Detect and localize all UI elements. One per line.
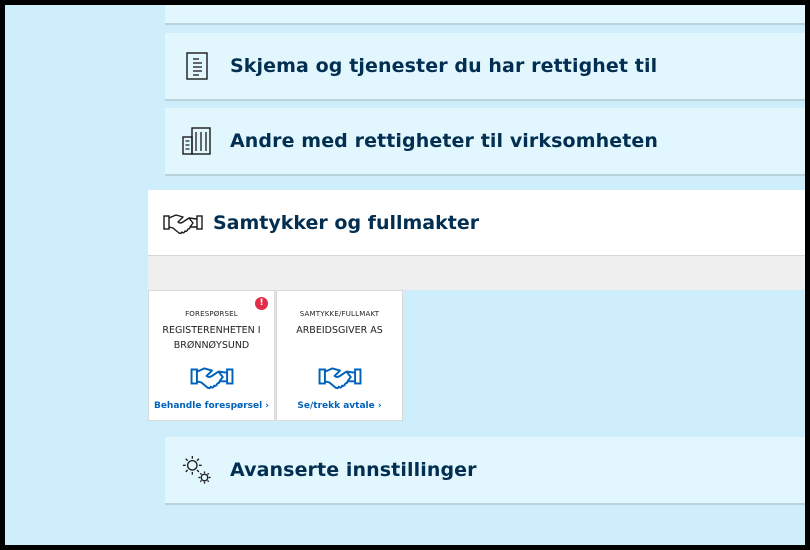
document-list-icon	[182, 51, 212, 81]
card-kind: FORESPØRSEL	[185, 310, 238, 318]
section-advanced-settings[interactable]: Avanserte innstillinger	[165, 437, 805, 505]
consent-card-request[interactable]: ! FORESPØRSEL REGISTERENHETEN I BRØNNØYS…	[148, 290, 275, 421]
section-advanced-label: Avanserte innstillinger	[230, 459, 477, 481]
handshake-icon	[318, 363, 362, 395]
alert-badge: !	[255, 297, 268, 310]
section-others-label: Andre med rettigheter til virksomheten	[230, 130, 658, 152]
consent-card-agreement[interactable]: SAMTYKKE/FULLMAKT ARBEIDSGIVER AS Se/tre…	[276, 290, 403, 421]
view-revoke-agreement-link[interactable]: Se/trekk avtale ›	[277, 401, 402, 411]
card-organization: ARBEIDSGIVER AS	[296, 325, 383, 336]
handle-request-link[interactable]: Behandle forespørsel ›	[149, 401, 274, 411]
gears-icon	[182, 455, 212, 485]
card-kind: SAMTYKKE/FULLMAKT	[299, 310, 380, 318]
page-frame: Skjema og tjenester du har rettighet til…	[5, 5, 805, 545]
section-forms-label: Skjema og tjenester du har rettighet til	[230, 55, 658, 77]
section-consents-label: Samtykker og fullmakter	[213, 211, 480, 234]
section-consents[interactable]: Samtykker og fullmakter	[148, 190, 805, 256]
buildings-icon	[182, 126, 212, 156]
section-others-with-rights[interactable]: Andre med rettigheter til virksomheten	[165, 108, 805, 176]
consents-toolbar-band	[148, 256, 805, 290]
card-organization: REGISTERENHETEN I BRØNNØYSUND	[162, 325, 261, 351]
handshake-icon	[162, 208, 204, 238]
handshake-icon	[190, 363, 234, 395]
section-bar-stub	[165, 5, 805, 25]
section-forms[interactable]: Skjema og tjenester du har rettighet til	[165, 33, 805, 101]
